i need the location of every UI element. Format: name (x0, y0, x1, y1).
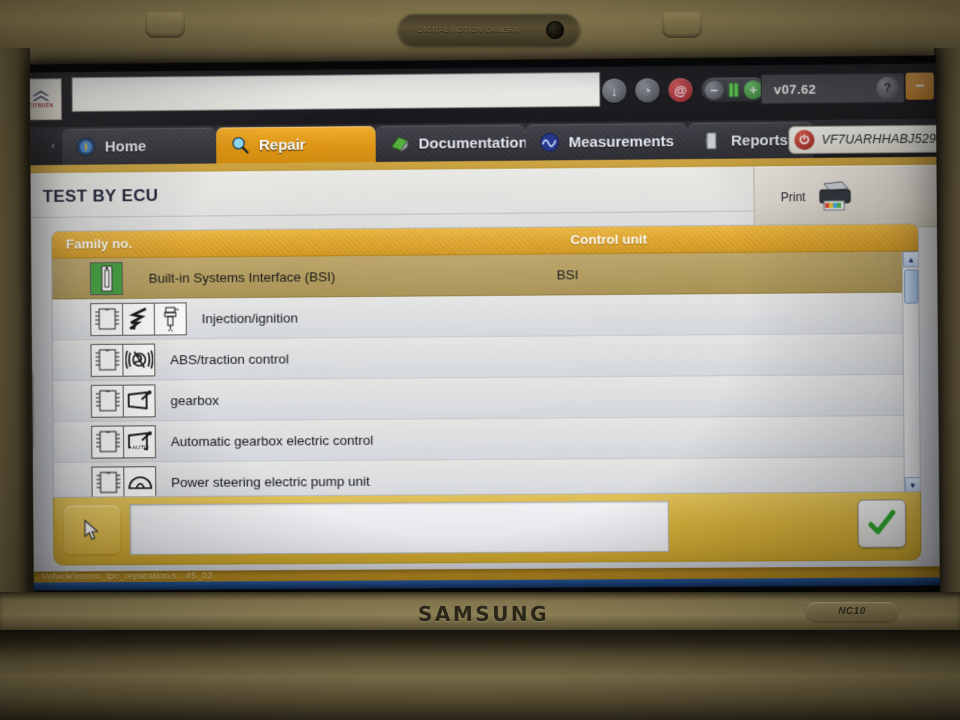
ecu-chip-icon (91, 465, 125, 498)
scroll-up-icon[interactable]: ▲ (902, 251, 920, 268)
row-icon-group (91, 465, 157, 498)
confirm-button[interactable] (857, 499, 907, 548)
column-header-control-unit: Control unit (570, 231, 648, 248)
toolbar-icons: ↓ ◔ @ − + (602, 77, 766, 103)
laptop-base (0, 630, 960, 720)
laptop-photo: DIGITAL MOTION CAMERA CITROËN ↓ ◔ @ − + … (0, 0, 960, 720)
list-scrollbar[interactable]: ▲ ▼ (901, 251, 921, 494)
email-at-icon[interactable]: @ (668, 77, 693, 103)
tab-home-label: Home (104, 137, 147, 156)
row-control-unit: BSI (556, 266, 579, 282)
version-label: v07.62 (773, 81, 817, 97)
action-footer (52, 492, 922, 566)
svg-text:AUTO: AUTO (132, 445, 149, 452)
model-badge: NC10 (806, 602, 898, 621)
abs-wheel-icon (122, 343, 156, 377)
table-rows: Built-in Systems Interface (BSI) BSI Inj… (52, 251, 906, 498)
laptop-screen: CITROËN ↓ ◔ @ − + v07.62 ? − ‹ Home Repa… (29, 55, 940, 598)
steering-pump-icon (123, 465, 157, 498)
row-icon-group: AUTO (91, 424, 156, 459)
volume-down-button[interactable]: − (704, 80, 724, 100)
model-label: NC10 (838, 606, 866, 617)
ecu-list: Family no. Control unit Built-in Systems… (50, 223, 921, 498)
parachute-icon[interactable]: ◔ (635, 78, 660, 103)
row-icon-group (90, 343, 156, 377)
row-icon-group (90, 383, 156, 418)
version-box: v07.62 ? (760, 72, 905, 105)
document-icon (702, 131, 722, 151)
tab-repair-label: Repair (258, 136, 306, 154)
magnifier-icon (232, 137, 250, 154)
green-check-icon (867, 508, 897, 538)
ecu-chip-icon (90, 343, 124, 377)
lid-latch-right (662, 12, 702, 38)
webcam-lens-icon (546, 21, 564, 39)
vehicle-vin-pill[interactable]: ⏻ VF7UARHHABJ529001 (788, 124, 940, 155)
waveform-icon (539, 132, 559, 152)
ecu-chip-icon (90, 302, 124, 336)
citroen-wordmark: CITROËN (29, 102, 54, 109)
mouse-pointer-icon[interactable] (63, 505, 120, 555)
citroen-logo-icon: CITROËN (29, 78, 62, 121)
table-row[interactable]: gearbox (53, 374, 906, 423)
download-icon[interactable]: ↓ (602, 78, 627, 103)
laptop-left-bezel (0, 48, 30, 608)
table-row[interactable]: ABS/traction control (52, 333, 905, 382)
table-row[interactable]: AUTO Automatic gearbox electric control (53, 416, 906, 463)
page-title: TEST BY ECU (42, 185, 159, 206)
tabs-prev-icon[interactable]: ‹ (44, 127, 62, 165)
print-button[interactable]: Print (753, 164, 940, 229)
scroll-down-icon[interactable]: ▼ (904, 477, 921, 494)
tab-home[interactable]: Home (62, 127, 217, 165)
row-icon-group (89, 261, 123, 295)
ecu-chip-icon (90, 384, 124, 418)
page-body: TEST BY ECU Print Family no. Control uni… (29, 156, 940, 591)
scroll-thumb[interactable] (904, 269, 919, 304)
table-row[interactable]: Power steering electric pump unit (53, 457, 906, 498)
webcam-pod: DIGITAL MOTION CAMERA (398, 14, 580, 46)
content-card: TEST BY ECU Print Family no. Control uni… (29, 164, 940, 572)
row-label: Built-in Systems Interface (BSI) (148, 268, 336, 286)
printer-icon (813, 180, 856, 212)
tab-measurements-label: Measurements (568, 132, 674, 151)
spark-bolt-icon (121, 302, 156, 336)
power-icon[interactable]: ⏻ (794, 129, 815, 151)
home-globe-icon (76, 137, 96, 157)
screen-content: CITROËN ↓ ◔ @ − + v07.62 ? − ‹ Home Repa… (29, 63, 940, 591)
ecu-chip-icon (91, 425, 125, 459)
volume-control[interactable]: − + (701, 77, 766, 102)
print-label: Print (780, 189, 806, 204)
citroen-chevron-icon-2 (32, 95, 50, 101)
volume-level-indicator (726, 82, 742, 97)
address-input[interactable] (71, 71, 601, 113)
row-label: ABS/traction control (170, 350, 289, 367)
injector-icon (153, 301, 187, 336)
row-label: Automatic gearbox electric control (170, 432, 374, 449)
row-label: Injection/ignition (201, 309, 299, 326)
command-input[interactable] (129, 500, 670, 556)
book-green-icon (391, 136, 409, 153)
tab-documentation-label: Documentation (418, 134, 528, 153)
help-icon[interactable]: ? (876, 76, 899, 100)
row-label: gearbox (170, 392, 220, 408)
app-top-bar: CITROËN ↓ ◔ @ − + v07.62 ? − (29, 63, 940, 128)
samsung-logo: SAMSUNG (418, 602, 550, 626)
webcam-label: DIGITAL MOTION CAMERA (418, 26, 519, 34)
table-row[interactable]: Injection/ignition (52, 292, 905, 341)
tab-measurements[interactable]: Measurements (525, 123, 689, 161)
bsi-module-icon (89, 261, 123, 295)
column-header-family: Family no. (65, 236, 133, 252)
gearbox-icon (122, 383, 156, 418)
vehicle-vin-label: VF7UARHHABJ529001 (821, 131, 940, 147)
tab-repair[interactable]: Repair (216, 126, 376, 164)
lid-latch-left (145, 12, 185, 38)
collapse-menu-icon[interactable]: ▾ (30, 127, 39, 165)
auto-gearbox-icon: AUTO (122, 424, 156, 458)
tab-documentation[interactable]: Documentation (375, 124, 528, 162)
row-label: Power steering electric pump unit (171, 473, 370, 490)
row-icon-group (90, 301, 187, 336)
table-row[interactable]: Built-in Systems Interface (BSI) BSI (52, 251, 905, 300)
minimize-button[interactable]: − (905, 72, 934, 100)
